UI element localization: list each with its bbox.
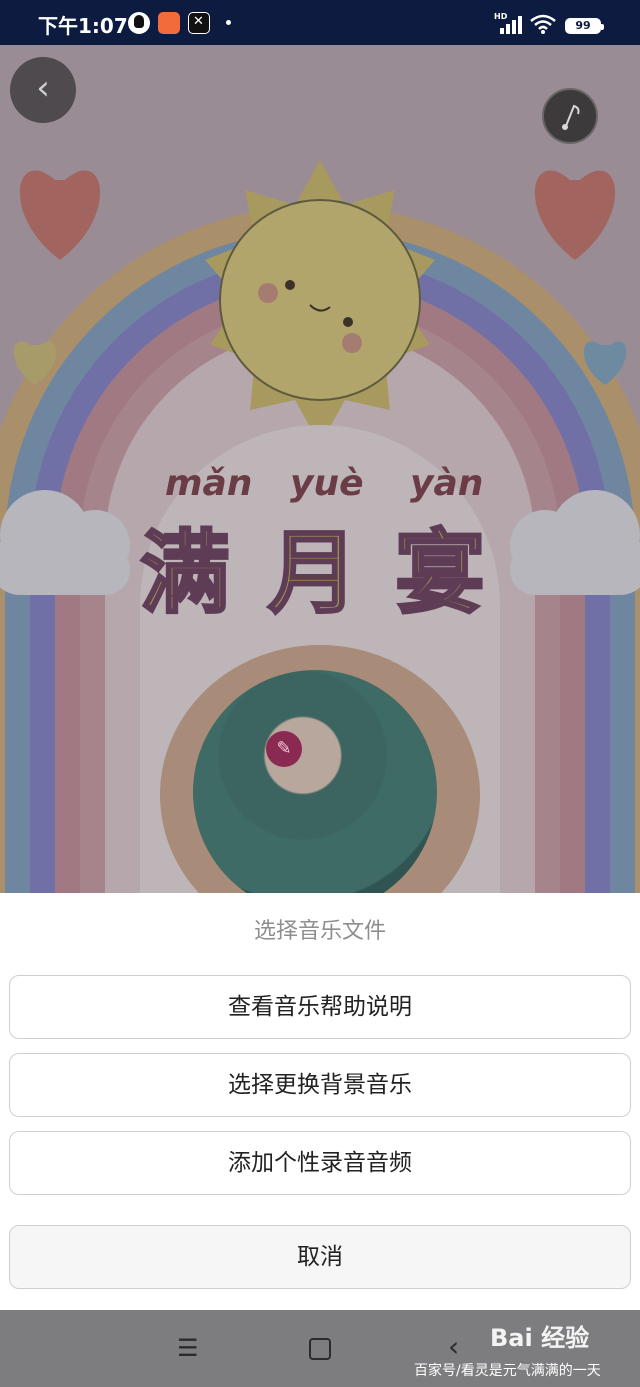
status-time: 下午1:07: [38, 14, 128, 38]
watermark-text: 百家号/看灵是元气满满的一天: [414, 1363, 601, 1379]
menu-icon[interactable]: ☰: [177, 1334, 199, 1362]
capcut-app-icon: [188, 12, 210, 34]
pencil-icon[interactable]: ✎: [266, 731, 302, 767]
add-recording-button[interactable]: 添加个性录音音频: [9, 1131, 631, 1195]
title-char-yan: 宴: [394, 520, 487, 628]
cancel-button[interactable]: 取消: [9, 1225, 631, 1289]
qq-app-icon: [128, 12, 150, 34]
notification-dot-icon: [226, 20, 231, 25]
title-char-man: 满: [139, 520, 232, 628]
nav-back-icon[interactable]: ‹: [448, 1330, 459, 1363]
title-char-yue: 月: [267, 520, 360, 628]
system-nav-bar: ☰ ‹ Bai 经验 百家号/看灵是元气满满的一天: [0, 1310, 640, 1387]
pinyin-yan: yàn: [410, 463, 484, 504]
home-icon[interactable]: [309, 1338, 331, 1360]
pinyin-man: mǎn: [165, 463, 253, 504]
music-help-button[interactable]: 查看音乐帮助说明: [9, 975, 631, 1039]
poster-preview: ‹ mǎn yuè yàn 满 月 宴 ✎: [0, 45, 640, 895]
status-bar: 下午1:07 HD 99: [0, 0, 640, 45]
sheet-title: 选择音乐文件: [253, 919, 386, 944]
back-button[interactable]: ‹: [10, 57, 76, 123]
wifi-icon: [530, 14, 556, 34]
pinyin-yue: yuè: [290, 463, 364, 504]
watermark-logo: Bai 经验: [490, 1324, 590, 1352]
music-note-icon: [562, 104, 580, 130]
music-action-sheet: 选择音乐文件 查看音乐帮助说明 选择更换背景音乐 添加个性录音音频 取消: [0, 893, 640, 1310]
cell-signal-icon: [496, 14, 522, 34]
shop-app-icon: [158, 12, 180, 34]
music-toggle-button[interactable]: [542, 88, 598, 144]
change-background-music-button[interactable]: 选择更换背景音乐: [9, 1053, 631, 1117]
battery-icon: 99: [565, 18, 604, 34]
